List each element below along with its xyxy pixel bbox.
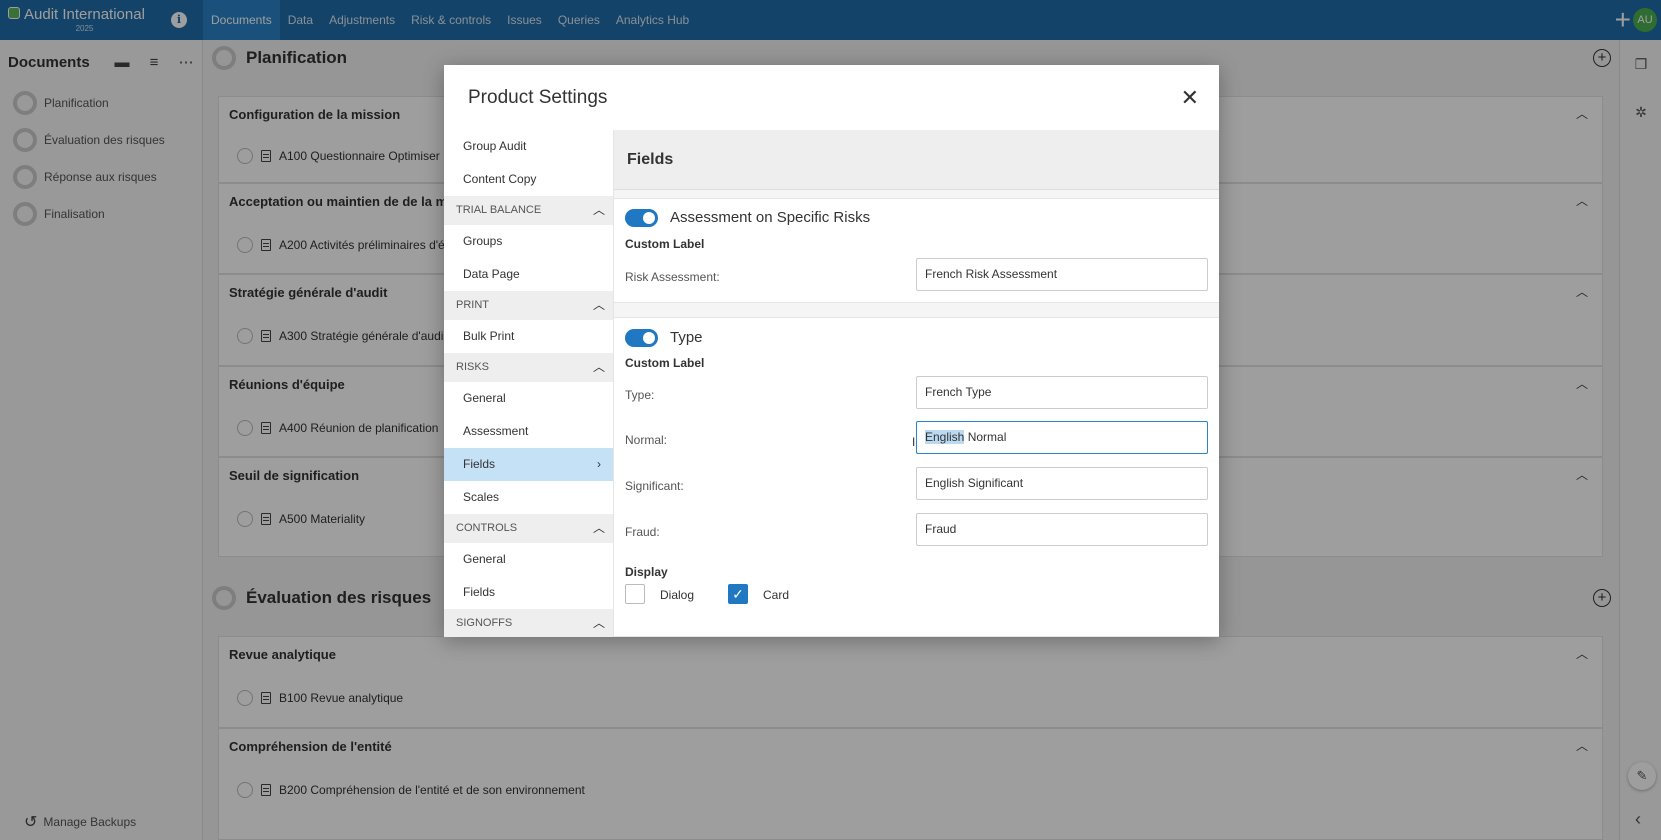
nav-item-risks-general[interactable]: General (444, 382, 613, 415)
assessment-toggle-label: Assessment on Specific Risks (670, 209, 871, 226)
selected-text: English (925, 430, 965, 444)
nav-section-controls[interactable]: CONTROLS ︿ (444, 514, 613, 543)
nav-section-risks[interactable]: RISKS ︿ (444, 353, 613, 382)
text-cursor-icon: I (912, 435, 916, 449)
type-toggle-label: Type (670, 329, 703, 346)
settings-nav: Group Audit Content Copy TRIAL BALANCE ︿… (444, 130, 614, 637)
fraud-field[interactable]: Fraud (916, 513, 1208, 546)
normal-label: Normal: (625, 433, 668, 447)
product-settings-dialog: Product Settings ✕ Group Audit Content C… (444, 65, 1219, 637)
nav-section-print[interactable]: PRINT ︿ (444, 291, 613, 320)
chevron-up-icon: ︿ (592, 521, 605, 535)
nav-item-bulk-print[interactable]: Bulk Print (444, 320, 613, 353)
nav-item-group-audit[interactable]: Group Audit (444, 130, 613, 163)
type-card: Type Custom Label Type: French Type Norm… (614, 317, 1219, 637)
nav-section-signoffs[interactable]: SIGNOFFS ︿ (444, 609, 613, 637)
chevron-right-icon: › (597, 457, 601, 471)
type-toggle[interactable] (625, 329, 658, 347)
significant-field[interactable]: English Significant (916, 467, 1208, 500)
dialog-title: Product Settings (468, 87, 608, 108)
content-title: Fields (614, 130, 1219, 190)
dialog-checkbox[interactable] (625, 584, 645, 604)
significant-label: Significant: (625, 479, 684, 493)
custom-label-heading: Custom Label (625, 356, 705, 370)
nav-item-content-copy[interactable]: Content Copy (444, 163, 613, 196)
nav-item-groups[interactable]: Groups (444, 225, 613, 258)
nav-item-controls-fields[interactable]: Fields (444, 576, 613, 609)
display-heading: Display (625, 565, 668, 579)
nav-item-risks-scales[interactable]: Scales (444, 481, 613, 514)
card-checkbox[interactable]: ✓ (728, 584, 748, 604)
nav-item-data-page[interactable]: Data Page (444, 258, 613, 291)
risk-assessment-label: Risk Assessment: (625, 270, 720, 284)
settings-content: Fields Assessment on Specific Risks Cust… (614, 130, 1219, 637)
custom-label-heading: Custom Label (625, 237, 705, 251)
close-icon[interactable]: ✕ (1181, 87, 1199, 109)
dialog-checkbox-label: Dialog (660, 588, 695, 602)
risk-assessment-field[interactable]: French Risk Assessment (916, 258, 1208, 291)
assessment-toggle[interactable] (625, 209, 658, 227)
nav-section-trial-balance[interactable]: TRIAL BALANCE ︿ (444, 196, 613, 225)
nav-item-risks-fields[interactable]: Fields › (444, 448, 613, 481)
fraud-label: Fraud: (625, 525, 660, 539)
card-checkbox-label: Card (763, 588, 790, 602)
chevron-up-icon: ︿ (592, 203, 605, 217)
chevron-up-icon: ︿ (592, 360, 605, 374)
assessment-card: Assessment on Specific Risks Custom Labe… (614, 198, 1219, 303)
chevron-up-icon: ︿ (592, 616, 605, 630)
chevron-up-icon: ︿ (592, 298, 605, 312)
type-label: Type: (625, 388, 655, 402)
type-field[interactable]: French Type (916, 376, 1208, 409)
nav-item-risks-assessment[interactable]: Assessment (444, 415, 613, 448)
nav-item-controls-general[interactable]: General (444, 543, 613, 576)
normal-field[interactable]: English Normal (916, 421, 1208, 454)
